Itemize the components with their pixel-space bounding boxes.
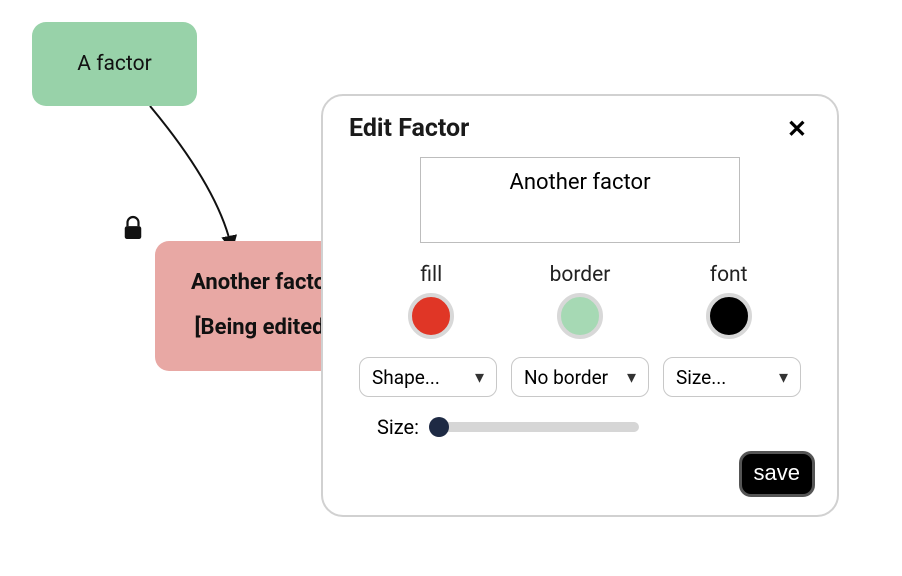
factor-node-a[interactable]: A factor (32, 22, 197, 106)
border-color-label: border (550, 263, 611, 287)
size-slider-row: Size: (349, 415, 811, 439)
color-swatch-row: fill border font (349, 263, 811, 339)
factor-node-a-label: A factor (77, 52, 151, 76)
size-slider-thumb[interactable] (429, 417, 449, 437)
close-icon[interactable]: ✕ (783, 115, 811, 143)
diagram-canvas[interactable]: A factor Another factor [Being edited] E… (0, 0, 902, 576)
select-row: Shape... ▾ No border ▾ Size... ▾ (349, 357, 811, 397)
edit-factor-modal: Edit Factor ✕ fill border font Shape... … (321, 94, 839, 517)
chevron-down-icon: ▾ (475, 367, 484, 388)
border-color-column: border (510, 263, 650, 339)
shape-select[interactable]: Shape... ▾ (359, 357, 497, 397)
font-color-label: font (710, 263, 748, 287)
modal-title: Edit Factor (349, 114, 469, 143)
shape-select-value: Shape... (372, 366, 440, 389)
modal-header: Edit Factor ✕ (349, 114, 811, 143)
size-slider-track (429, 422, 639, 432)
factor-name-input[interactable] (420, 157, 740, 243)
fill-color-swatch[interactable] (408, 293, 454, 339)
factor-node-b-label-1: Another factor (191, 268, 334, 299)
size-slider-label: Size: (377, 415, 419, 439)
chevron-down-icon: ▾ (779, 367, 788, 388)
font-size-select[interactable]: Size... ▾ (663, 357, 801, 397)
lock-icon (122, 214, 144, 242)
save-button[interactable]: save (739, 451, 815, 497)
font-color-swatch[interactable] (706, 293, 752, 339)
font-size-select-value: Size... (676, 366, 726, 389)
factor-node-b-label-2: [Being edited] (194, 313, 330, 344)
border-select[interactable]: No border ▾ (511, 357, 649, 397)
border-select-value: No border (524, 366, 608, 389)
size-slider[interactable] (429, 419, 639, 435)
fill-color-label: fill (420, 263, 442, 287)
border-color-swatch[interactable] (557, 293, 603, 339)
fill-color-column: fill (361, 263, 501, 339)
chevron-down-icon: ▾ (627, 367, 636, 388)
font-color-column: font (659, 263, 799, 339)
